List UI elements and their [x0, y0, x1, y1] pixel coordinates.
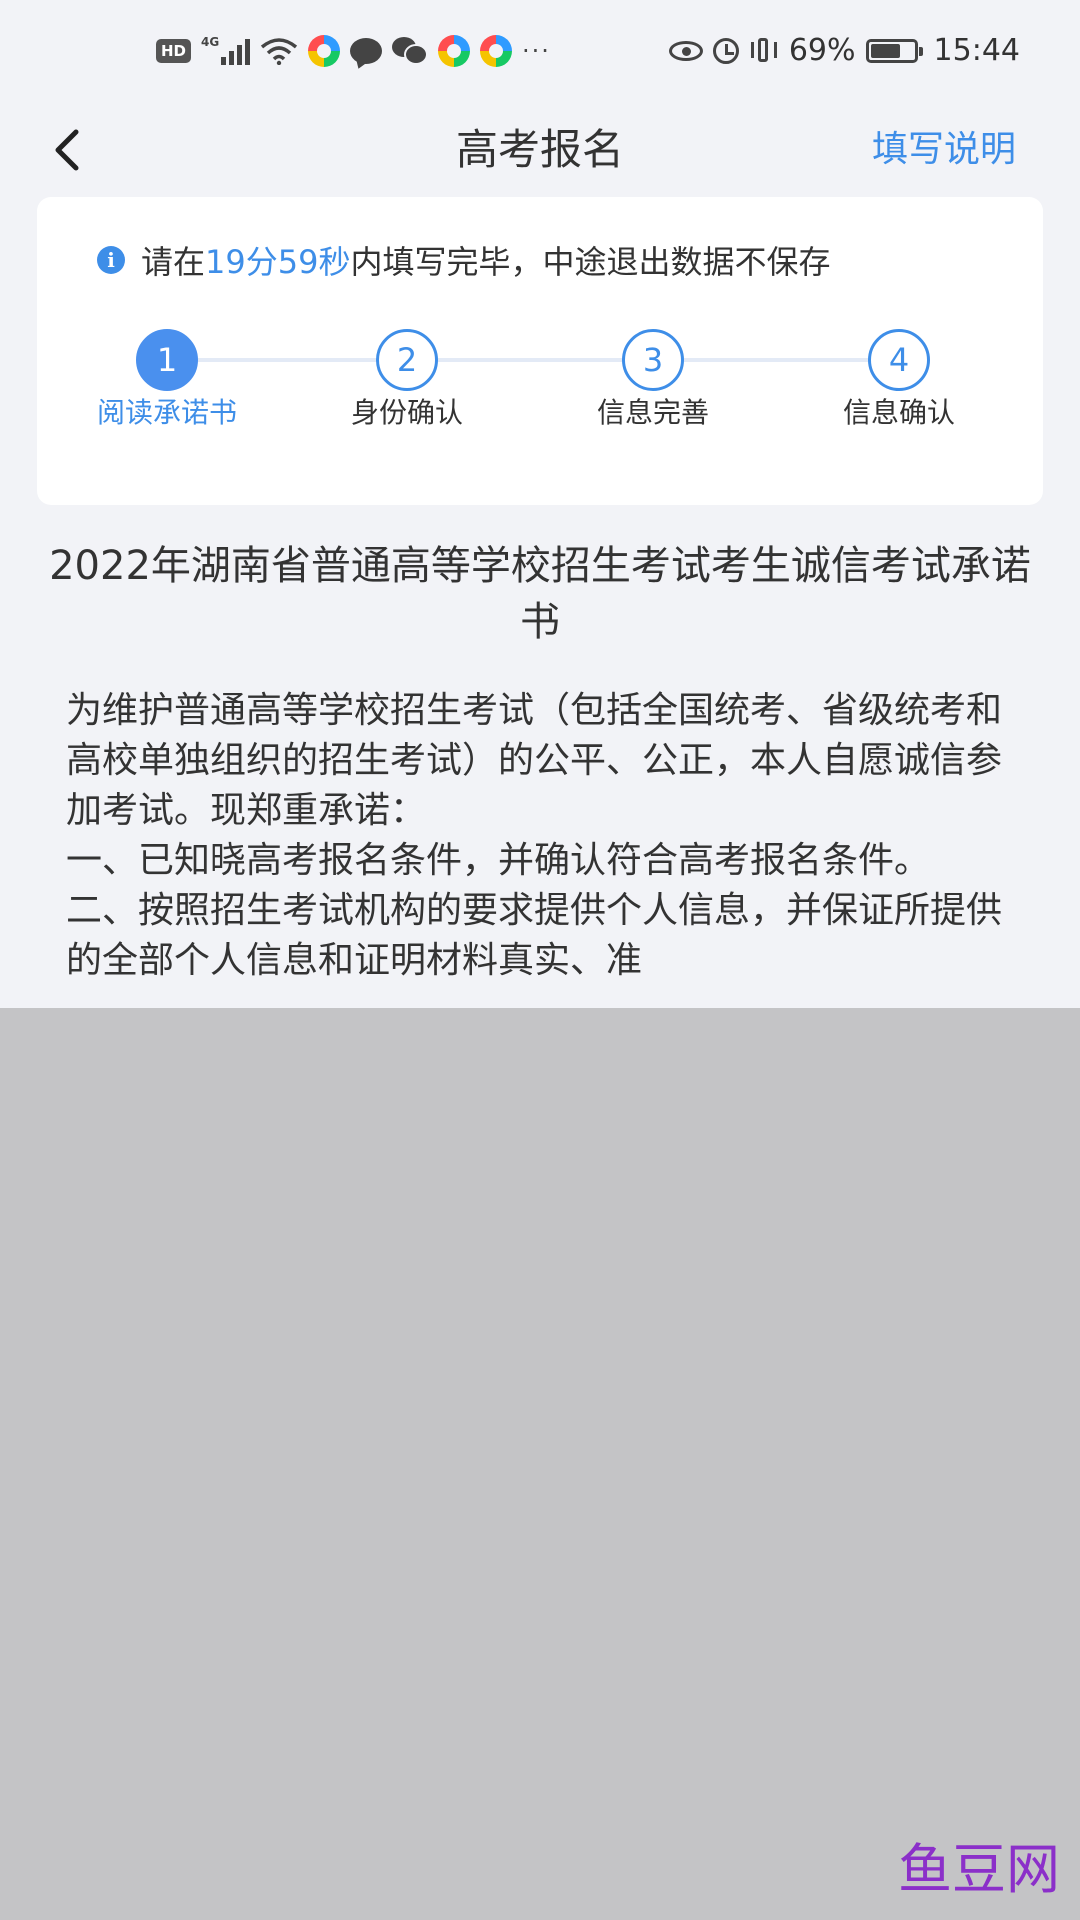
step-number: 1 — [136, 329, 198, 391]
step-label: 信息完善 — [596, 396, 709, 429]
countdown-timer: 19分59秒 — [205, 243, 351, 281]
timer-notice: i 请在 19分59秒 内填写完毕，中途退出数据不保存 — [97, 235, 830, 285]
wifi-icon — [260, 38, 298, 65]
step-label: 信息确认 — [842, 396, 955, 429]
status-right: 69% 15:44 — [668, 30, 1020, 72]
app-notification-icon — [308, 35, 341, 67]
app-notification-icon — [480, 35, 513, 67]
step-number: 4 — [868, 329, 930, 391]
grey-overlay: 鱼豆网 — [0, 1008, 1080, 1920]
watermark: 鱼豆网 — [898, 1838, 1060, 1901]
step-2: 2 身份确认 — [327, 329, 487, 431]
document-paragraph: 一、已知晓高考报名条件，并确认符合高考报名条件。 — [66, 840, 931, 881]
step-4: 4 信息确认 — [819, 329, 979, 431]
info-icon: i — [97, 246, 125, 274]
document-body[interactable]: 为维护普通高等学校招生考试（包括全国统考、省级统考和高校单独组织的招生考试）的公… — [66, 686, 1016, 986]
nav-bar: 高考报名 填写说明 — [0, 100, 1080, 200]
network-type: 4G — [201, 35, 220, 49]
step-label: 阅读承诺书 — [97, 396, 238, 429]
clock: 15:44 — [933, 33, 1020, 68]
hd-badge: HD — [156, 39, 192, 63]
app-notification-icon — [438, 35, 471, 67]
document-title: 2022年湖南省普通高等学校招生考试考生诚信考试承诺书 — [49, 543, 1031, 645]
vibrate-icon — [749, 36, 779, 66]
step-label: 身份确认 — [350, 396, 463, 429]
progress-card: i 请在 19分59秒 内填写完毕，中途退出数据不保存 1 阅读承诺书 2 身份… — [37, 197, 1043, 505]
step-1: 1 阅读承诺书 — [87, 329, 247, 431]
wechat-icon — [392, 37, 429, 65]
step-number: 3 — [622, 329, 684, 391]
signal-icon: 4G — [201, 35, 251, 65]
battery-icon — [865, 39, 923, 63]
status-left: HD 4G ··· — [156, 30, 551, 72]
alarm-icon — [712, 38, 739, 64]
message-icon — [350, 38, 383, 64]
timer-prefix: 请在 — [141, 243, 206, 281]
document-paragraph: 二、按照招生考试机构的要求提供个人信息，并保证所提供的全部个人信息和证明材料真实… — [66, 890, 1003, 981]
more-notifications-icon: ··· — [522, 37, 551, 65]
step-number: 2 — [376, 329, 438, 391]
stepper: 1 阅读承诺书 2 身份确认 3 信息完善 4 信息确认 — [37, 329, 1043, 479]
battery-percent: 69% — [788, 33, 856, 68]
document-paragraph: 为维护普通高等学校招生考试（包括全国统考、省级统考和高校单独组织的招生考试）的公… — [66, 690, 1003, 831]
step-3: 3 信息完善 — [573, 329, 733, 431]
stepper-line — [167, 358, 907, 362]
timer-suffix: 内填写完毕，中途退出数据不保存 — [350, 243, 831, 281]
status-bar: HD 4G ··· 69% 15:44 — [0, 0, 1080, 100]
eye-icon — [668, 41, 703, 61]
instructions-link[interactable]: 填写说明 — [872, 122, 1016, 178]
